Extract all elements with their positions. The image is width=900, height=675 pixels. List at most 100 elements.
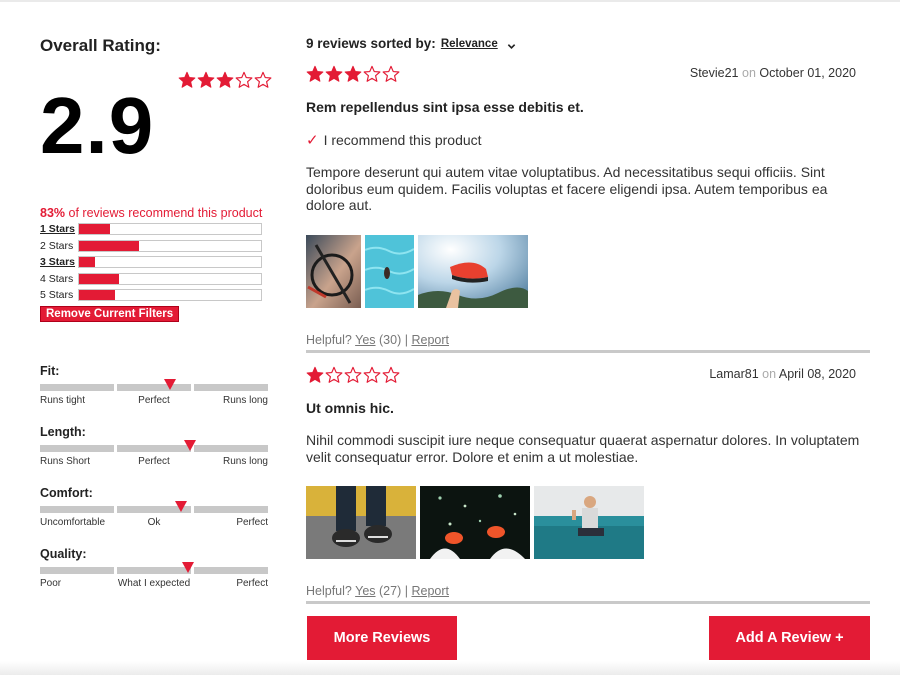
- star-empty-icon: [363, 65, 381, 83]
- reviews-panel: 9 reviews sorted by: Relevance Stevie21 …: [306, 36, 870, 604]
- recommend-summary: 83% of reviews recommend this product: [40, 206, 262, 220]
- star-filter-label[interactable]: 4 Stars: [40, 273, 78, 285]
- review-photo[interactable]: [306, 235, 361, 308]
- review-author: Lamar81: [709, 367, 759, 381]
- star-distribution-fill: [79, 257, 96, 268]
- star-filled-icon: [197, 71, 215, 89]
- star-filter-row[interactable]: 3 Stars: [40, 254, 266, 271]
- star-filter-row[interactable]: 5 Stars: [40, 287, 266, 304]
- recommend-percent: 83%: [40, 206, 66, 220]
- scale-label-middle: Ok: [147, 517, 161, 528]
- helpful-label: Helpful?: [306, 584, 352, 598]
- overall-rating-title: Overall Rating:: [40, 36, 161, 55]
- add-review-button[interactable]: Add A Review +: [709, 616, 870, 660]
- helpful-separator: |: [404, 584, 408, 598]
- star-empty-icon: [254, 71, 272, 89]
- star-empty-icon: [344, 366, 362, 384]
- top-border: [0, 0, 900, 2]
- review-stars: [306, 366, 400, 384]
- review-divider: [306, 601, 870, 604]
- star-filter-row[interactable]: 2 Stars: [40, 238, 266, 255]
- review-photo[interactable]: [365, 235, 414, 308]
- scale-segment: [40, 384, 114, 391]
- star-filled-icon: [306, 366, 324, 384]
- review-date: April 08, 2020: [778, 367, 856, 381]
- scale-title: Fit:: [40, 364, 60, 378]
- review-photo[interactable]: [306, 486, 416, 559]
- star-empty-icon: [382, 366, 400, 384]
- scale-label-left: Poor: [40, 578, 62, 589]
- scale-title: Comfort:: [40, 486, 93, 500]
- helpful-count: (30): [379, 333, 402, 347]
- review-on-label: on: [742, 66, 756, 80]
- attribute-scale: Length: Runs Short Perfect Runs long: [40, 425, 268, 470]
- star-distribution-fill: [79, 224, 110, 235]
- review-photo[interactable]: [534, 486, 644, 559]
- attribute-scale: Quality: Poor What I expected Perfect: [40, 547, 268, 592]
- remove-filters-button[interactable]: Remove Current Filters: [40, 306, 180, 322]
- scale-label-middle: Perfect: [138, 395, 170, 406]
- review-on-label: on: [762, 367, 777, 381]
- scale-marker-icon: [163, 379, 176, 390]
- review-meta: Lamar81 on April 08, 2020: [709, 367, 856, 381]
- star-filled-icon: [344, 65, 362, 83]
- scale-label-right: Runs long: [222, 395, 268, 406]
- scale-label-middle: Perfect: [138, 456, 170, 467]
- star-distribution-bar[interactable]: [78, 272, 262, 285]
- star-filled-icon: [306, 65, 324, 83]
- report-link[interactable]: Report: [411, 333, 449, 347]
- helpful-separator: |: [404, 333, 408, 347]
- overall-score: 2.9: [40, 81, 155, 170]
- star-empty-icon: [363, 366, 381, 384]
- scale-track: [40, 379, 268, 391]
- helpful-row: Helpful? Yes (30) | Report: [306, 333, 449, 347]
- report-link[interactable]: Report: [411, 584, 449, 598]
- scale-segment: [194, 506, 268, 513]
- star-filter-row[interactable]: 4 Stars: [40, 271, 266, 288]
- review-recommend-text: I recommend this product: [323, 132, 482, 148]
- star-filter-label[interactable]: 3 Stars: [40, 256, 78, 268]
- review-photo[interactable]: [418, 235, 528, 308]
- review-photos: [306, 486, 644, 559]
- scale-marker-icon: [175, 501, 188, 512]
- review-divider: [306, 350, 870, 353]
- star-filled-icon: [325, 65, 343, 83]
- helpful-yes-link[interactable]: Yes: [355, 584, 375, 598]
- overall-stars: [178, 71, 272, 89]
- star-filter-label[interactable]: 2 Stars: [40, 240, 78, 252]
- scale-labels: Runs Short Perfect Runs long: [40, 456, 268, 470]
- star-distribution-bar[interactable]: [78, 223, 262, 236]
- more-reviews-button[interactable]: More Reviews: [307, 616, 457, 660]
- scale-labels: Uncomfortable Ok Perfect: [40, 517, 268, 531]
- star-empty-icon: [325, 366, 343, 384]
- scale-label-left: Runs tight: [40, 395, 86, 406]
- star-distribution-bar[interactable]: [78, 256, 262, 269]
- scale-segment: [117, 567, 191, 574]
- star-filter-label[interactable]: 1 Stars: [40, 223, 78, 235]
- helpful-row: Helpful? Yes (27) | Report: [306, 584, 449, 598]
- review-stars: [306, 65, 400, 83]
- star-filled-icon: [178, 71, 196, 89]
- scale-label-right: Runs long: [222, 456, 268, 467]
- helpful-label: Helpful?: [306, 333, 352, 347]
- star-filter-label[interactable]: 5 Stars: [40, 289, 78, 301]
- review-count-label: 9 reviews sorted by:: [306, 36, 436, 51]
- scale-title: Length:: [40, 425, 86, 439]
- scale-segment: [194, 567, 268, 574]
- review-photo[interactable]: [420, 486, 530, 559]
- chevron-down-icon[interactable]: [507, 39, 516, 49]
- star-distribution-bar[interactable]: [78, 289, 262, 302]
- scale-marker-icon: [184, 440, 197, 451]
- attribute-scale: Comfort: Uncomfortable Ok Perfect: [40, 486, 268, 531]
- star-distribution-fill: [79, 290, 116, 301]
- scale-track: [40, 440, 268, 452]
- star-empty-icon: [235, 71, 253, 89]
- scale-segment: [194, 445, 268, 452]
- star-filter-row[interactable]: 1 Stars: [40, 221, 266, 238]
- scale-labels: Runs tight Perfect Runs long: [40, 395, 268, 409]
- scale-segment: [117, 445, 191, 452]
- attribute-scale: Fit: Runs tight Perfect Runs long: [40, 364, 268, 409]
- helpful-yes-link[interactable]: Yes: [355, 333, 375, 347]
- sort-select[interactable]: Relevance: [441, 38, 498, 50]
- star-distribution-bar[interactable]: [78, 239, 262, 252]
